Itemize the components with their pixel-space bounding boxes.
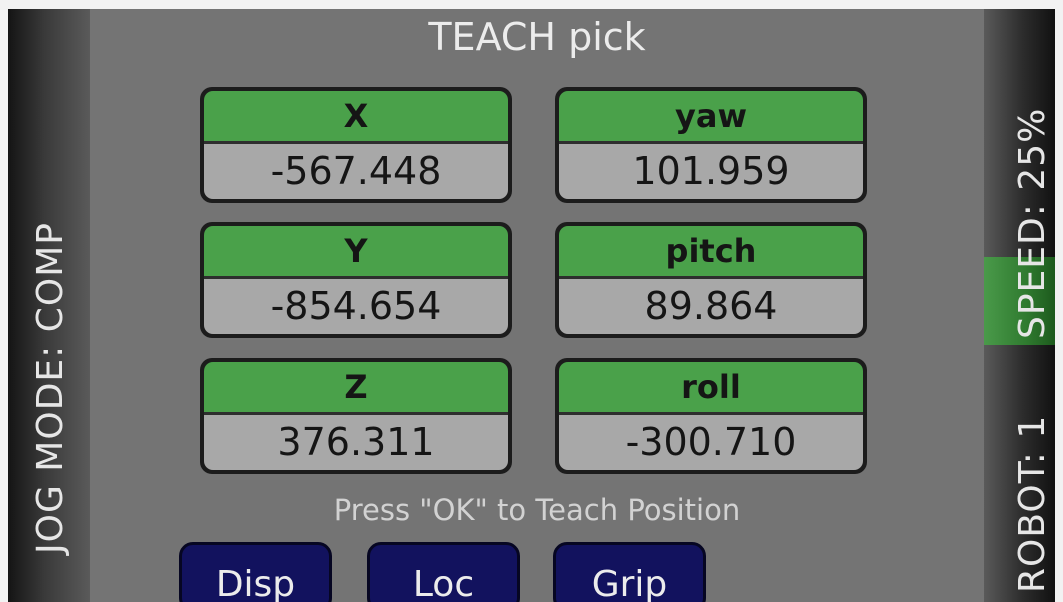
- y-label: Y: [204, 226, 508, 279]
- roll-label: roll: [559, 362, 863, 415]
- pitch-value: 89.864: [559, 279, 863, 334]
- y-value: -854.654: [204, 279, 508, 334]
- loc-button[interactable]: Loc: [367, 542, 520, 602]
- disp-button[interactable]: Disp: [179, 542, 332, 602]
- x-card[interactable]: X -567.448: [200, 87, 512, 203]
- teach-screen: JOG MODE: COMP SPEED: 25% ROBOT: 1 TEACH…: [8, 9, 1055, 602]
- roll-card[interactable]: roll -300.710: [555, 358, 867, 474]
- yaw-card[interactable]: yaw 101.959: [555, 87, 867, 203]
- jog-mode-label: JOG MODE: COMP: [30, 222, 71, 554]
- z-card[interactable]: Z 376.311: [200, 358, 512, 474]
- pitch-card[interactable]: pitch 89.864: [555, 222, 867, 338]
- y-card[interactable]: Y -854.654: [200, 222, 512, 338]
- yaw-value: 101.959: [559, 144, 863, 199]
- yaw-label: yaw: [559, 91, 863, 144]
- speed-label: SPEED: 25%: [1012, 107, 1053, 339]
- grip-button[interactable]: Grip: [553, 542, 706, 602]
- z-value: 376.311: [204, 415, 508, 470]
- page-title: TEACH pick: [428, 15, 646, 59]
- x-label: X: [204, 91, 508, 144]
- x-value: -567.448: [204, 144, 508, 199]
- roll-value: -300.710: [559, 415, 863, 470]
- teach-hint: Press "OK" to Teach Position: [333, 493, 741, 527]
- pitch-label: pitch: [559, 226, 863, 279]
- robot-label: ROBOT: 1: [1012, 414, 1053, 593]
- z-label: Z: [204, 362, 508, 415]
